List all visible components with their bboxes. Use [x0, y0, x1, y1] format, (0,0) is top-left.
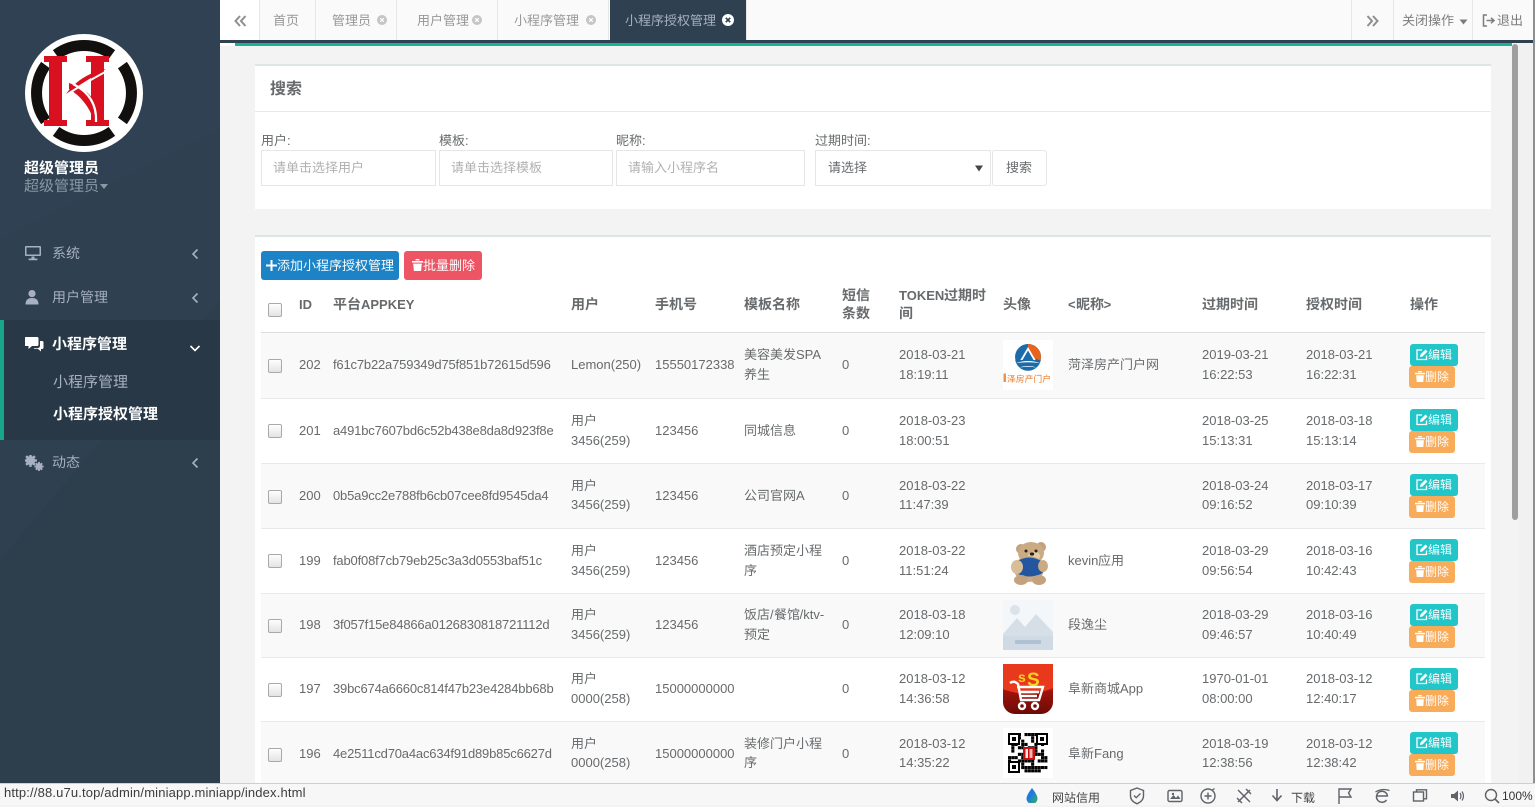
svg-text:s: s: [1018, 669, 1026, 685]
